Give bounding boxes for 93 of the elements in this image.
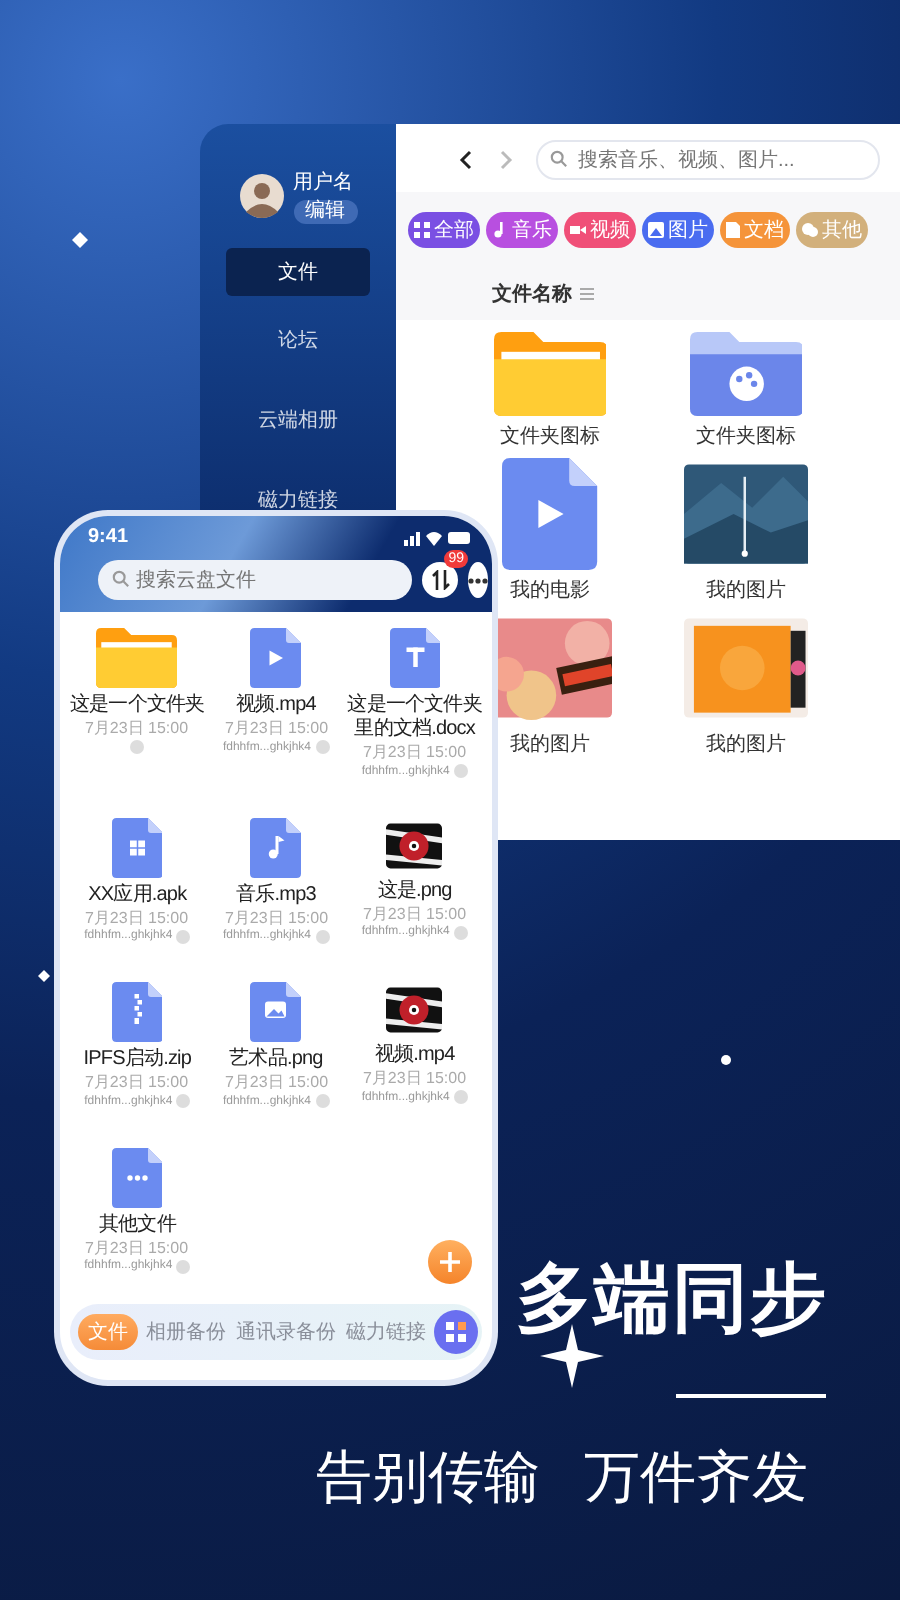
file-date: 7月23日 15:00 [363, 744, 467, 762]
nav-item[interactable]: 论坛 [226, 316, 370, 364]
file-date: 7月23日 15:00 [224, 909, 328, 927]
sparkle [72, 232, 88, 248]
back-icon[interactable] [456, 150, 476, 170]
filter-chip[interactable]: 其他 [796, 212, 868, 248]
owner-avatar [453, 764, 468, 778]
file-date: 7月23日 15:00 [85, 1074, 189, 1092]
file-name: 我的图片 [706, 577, 786, 604]
filter-chip[interactable]: 图片 [642, 212, 714, 248]
tab[interactable]: 文件 [78, 1314, 138, 1350]
folder-icon [493, 332, 607, 416]
edit-button[interactable]: 编辑 [293, 200, 357, 224]
sparkle [38, 970, 50, 982]
tab[interactable]: 磁力链接 [344, 1314, 428, 1350]
owner-avatar [176, 1259, 191, 1273]
file-name: 这是.png [375, 879, 454, 903]
tab[interactable]: 相册备份 [144, 1314, 228, 1350]
document-icon [726, 222, 740, 238]
search-icon [550, 150, 568, 168]
file-name: 我的图片 [510, 731, 590, 758]
file-date: 7月23日 15:00 [85, 720, 189, 738]
file-date: 7月23日 15:00 [85, 1239, 189, 1257]
owner-avatar [315, 929, 329, 943]
file-date: 7月23日 15:00 [363, 905, 467, 923]
music-file-icon [250, 817, 302, 877]
zip-file-icon [111, 982, 163, 1042]
owner-avatar [176, 1094, 191, 1108]
sparkle [721, 1055, 731, 1065]
nav-item[interactable]: 云端相册 [226, 396, 370, 444]
avatar [239, 174, 283, 218]
text-file-icon [389, 628, 441, 688]
filter-chip[interactable]: 文档 [720, 212, 790, 248]
file-name: 音乐.mp3 [234, 883, 318, 907]
plus-icon [440, 1252, 460, 1272]
file-date: 7月23日 15:00 [363, 1070, 467, 1088]
file-name: 我的电影 [510, 577, 590, 604]
tagline: 万件齐发 [584, 1444, 808, 1512]
video-file-icon [250, 628, 302, 688]
file-name: 这是一个文件夹里的文档.docx [346, 694, 483, 742]
file-name: 视频.mp4 [372, 1044, 457, 1068]
search-icon [112, 570, 130, 588]
file-name: 视频.mp4 [234, 694, 318, 718]
owner-avatar [130, 740, 145, 754]
search-field[interactable]: 搜索云盘文件 [98, 560, 412, 600]
music-note-icon [492, 222, 508, 238]
status-time: 9:41 [88, 526, 129, 548]
file-date: 7月23日 15:00 [85, 909, 189, 927]
file-date: 7月23日 15:00 [224, 1074, 328, 1092]
owner-avatar [453, 1090, 468, 1104]
image-icon [648, 222, 664, 238]
folder-icon [96, 628, 178, 688]
file-name: IPFS启动.zip [81, 1048, 194, 1072]
tab[interactable]: 通讯录备份 [234, 1314, 338, 1350]
search-field[interactable]: 搜索音乐、视频、图片... [536, 140, 880, 180]
filter-chip[interactable]: 视频 [564, 212, 636, 248]
file-name: 文件夹图标 [696, 423, 796, 450]
file-name: XX应用.apk [86, 883, 189, 907]
user-name: 用户名 [293, 169, 353, 196]
image-file-icon [250, 982, 302, 1042]
file-name: 文件夹图标 [500, 423, 600, 450]
transfer-arrows-icon [431, 570, 449, 590]
more-button[interactable] [468, 562, 488, 598]
nav-item[interactable]: 磁力链接 [226, 476, 370, 524]
palette-folder-icon [689, 332, 803, 416]
status-icons [404, 529, 472, 545]
owner-avatar [315, 740, 329, 754]
headline: 多端同步 [516, 1256, 828, 1346]
column-header: 文件名称 [492, 281, 572, 308]
tagline: 告别传输 [316, 1444, 540, 1512]
grid-icon [414, 222, 430, 238]
file-name: 其他文件 [96, 1213, 179, 1237]
owner-avatar [176, 929, 191, 943]
file-name: 这是一个文件夹 [69, 694, 206, 718]
file-name: 我的图片 [706, 731, 786, 758]
owner-avatar [315, 1094, 329, 1108]
more-file-icon [111, 1147, 163, 1207]
nav-item[interactable]: 文件 [226, 248, 370, 296]
owner-avatar [453, 925, 468, 939]
apps-grid-icon [446, 1322, 466, 1342]
chat-bubbles-icon [802, 222, 818, 238]
apps-button[interactable] [434, 1310, 478, 1354]
video-file-icon [502, 458, 598, 570]
add-button[interactable] [428, 1240, 472, 1284]
list-icon[interactable] [580, 288, 594, 300]
file-name: 艺术品.png [227, 1048, 325, 1072]
more-icon [468, 577, 488, 583]
filter-chip[interactable]: 全部 [408, 212, 480, 248]
app-file-icon [111, 817, 163, 877]
filter-chip[interactable]: 音乐 [486, 212, 558, 248]
transfer-button[interactable] [422, 562, 458, 598]
file-date: 7月23日 15:00 [224, 720, 328, 738]
video-camera-icon [570, 222, 586, 238]
